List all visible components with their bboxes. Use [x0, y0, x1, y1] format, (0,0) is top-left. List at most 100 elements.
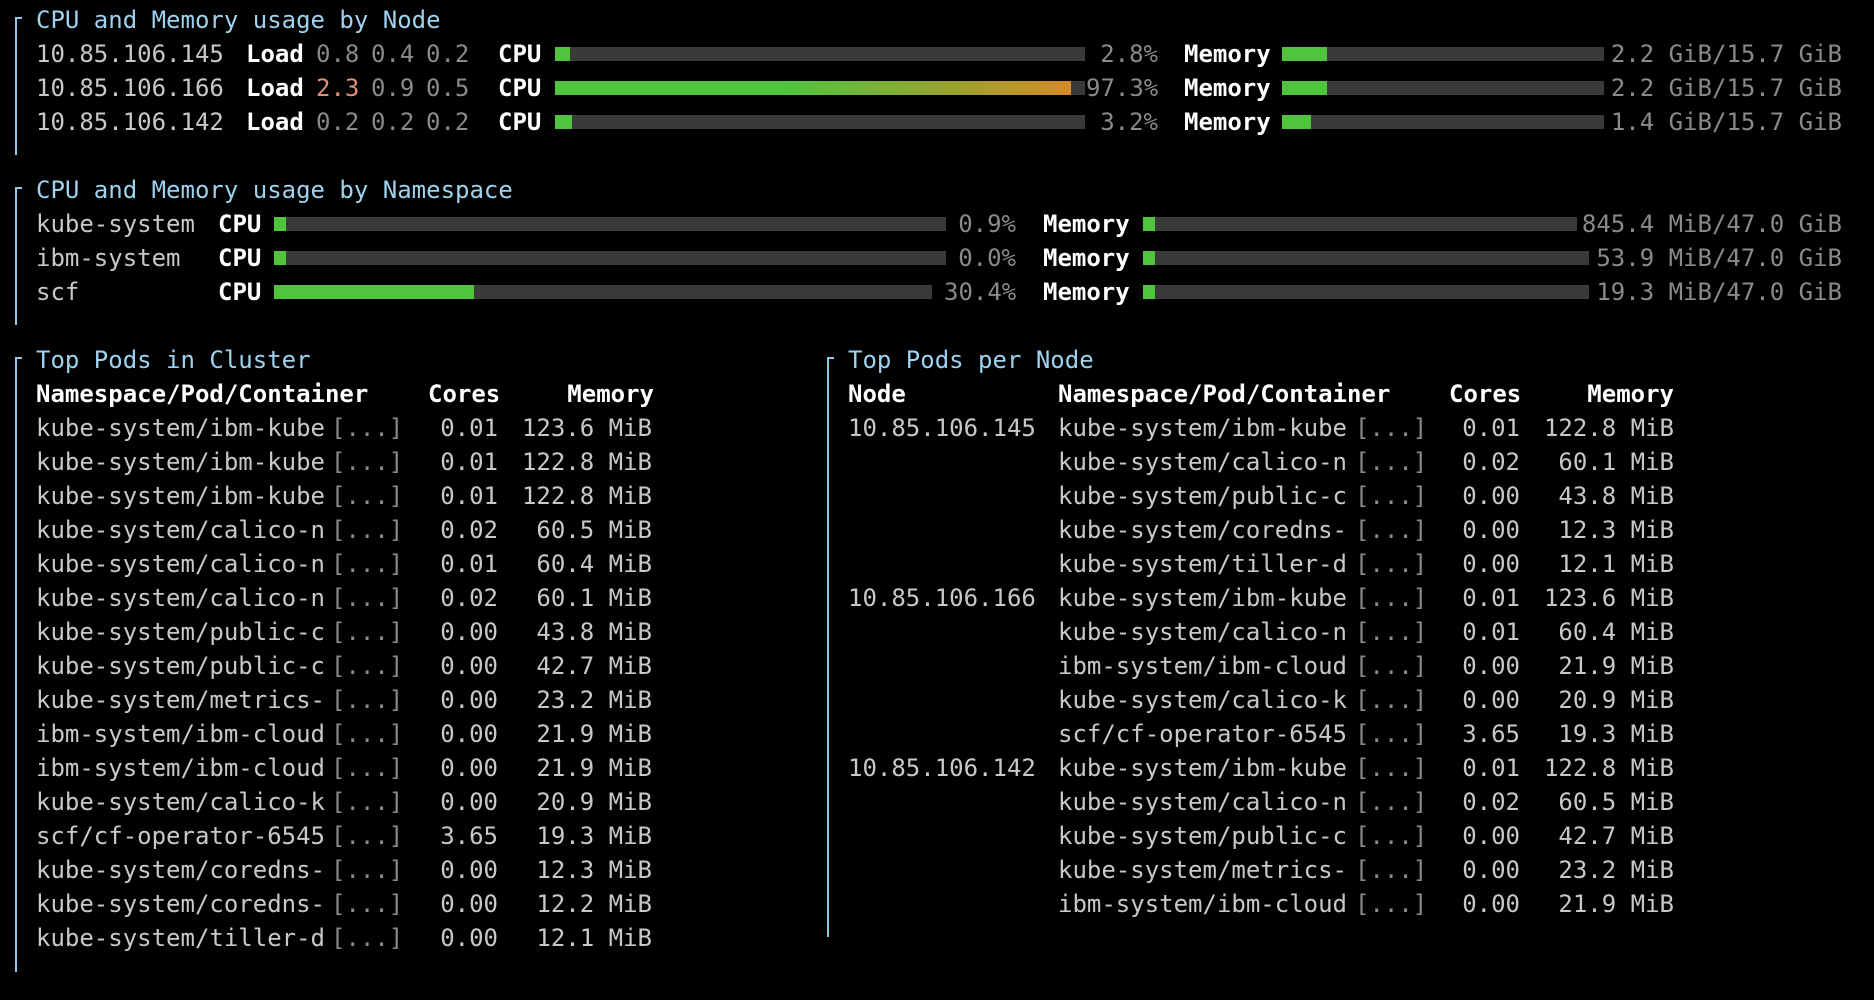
cpu-bar-fill [555, 47, 570, 61]
truncation-marker: [...] [331, 924, 404, 952]
memory-bar-fill [1143, 285, 1155, 299]
cores-value: 0.00 [1462, 890, 1520, 918]
node-ip: 10.85.106.145 [848, 414, 1036, 442]
namespace-name: ibm-system [36, 244, 181, 272]
memory-value: 60.5 MiB [1558, 788, 1674, 816]
truncation-marker: [...] [331, 516, 404, 544]
truncation-marker: [...] [1355, 788, 1428, 816]
load-label: Load [246, 74, 304, 102]
memory-value: 53.9 MiB/47.0 GiB [1596, 244, 1842, 272]
memory-bar [1143, 251, 1589, 265]
cores-value: 0.01 [1462, 754, 1520, 782]
memory-value: 19.3 MiB [1558, 720, 1674, 748]
cores-value: 0.00 [440, 686, 498, 714]
cores-value: 0.00 [440, 652, 498, 680]
cores-value: 0.01 [1462, 618, 1520, 646]
truncation-marker: [...] [331, 584, 404, 612]
section-title: Top Pods in Cluster [36, 346, 311, 374]
pod-name: kube-system/calico-n [36, 516, 325, 544]
memory-value: 60.4 MiB [1558, 618, 1674, 646]
cores-value: 0.00 [1462, 516, 1520, 544]
memory-value: 43.8 MiB [536, 618, 652, 646]
pod-name: kube-system/calico-n [1058, 448, 1347, 476]
pod-name: kube-system/coredns- [1058, 516, 1347, 544]
memory-label: Memory [1043, 210, 1130, 238]
pod-name: kube-system/calico-k [36, 788, 325, 816]
truncation-marker: [...] [1355, 584, 1428, 612]
cpu-bar [555, 81, 1085, 95]
memory-value: 20.9 MiB [1558, 686, 1674, 714]
memory-value: 20.9 MiB [536, 788, 652, 816]
memory-bar-fill [1143, 217, 1155, 231]
truncation-marker: [...] [331, 448, 404, 476]
truncation-marker: [...] [331, 754, 404, 782]
truncation-marker: [...] [331, 856, 404, 884]
pod-name: kube-system/calico-n [36, 584, 325, 612]
truncation-marker: [...] [1355, 414, 1428, 442]
column-header-cores: Cores [1449, 380, 1522, 408]
memory-value: 19.3 MiB [536, 822, 652, 850]
load-value: 0.8 [316, 40, 360, 68]
pod-name: ibm-system/ibm-cloud [1058, 652, 1347, 680]
truncation-marker: [...] [331, 550, 404, 578]
cpu-percent: 2.8% [1100, 40, 1158, 68]
cores-value: 0.00 [440, 788, 498, 816]
truncation-marker: [...] [331, 652, 404, 680]
truncation-marker: [...] [1355, 720, 1428, 748]
section-bracket-line [827, 357, 829, 937]
memory-value: 60.4 MiB [536, 550, 652, 578]
cpu-bar-fill [555, 115, 572, 129]
truncation-marker: [...] [331, 822, 404, 850]
node-ip: 10.85.106.166 [36, 74, 224, 102]
cpu-bar [555, 115, 1085, 129]
pod-name: kube-system/metrics- [1058, 856, 1347, 884]
cpu-label: CPU [498, 40, 542, 68]
cpu-label: CPU [218, 278, 262, 306]
pod-name: scf/cf-operator-6545 [1058, 720, 1347, 748]
namespace-name: scf [36, 278, 80, 306]
cpu-percent: 0.9% [958, 210, 1016, 238]
cores-value: 0.00 [440, 754, 498, 782]
cores-value: 0.00 [440, 720, 498, 748]
memory-value: 19.3 MiB/47.0 GiB [1596, 278, 1842, 306]
load-value: 0.2 [316, 108, 360, 136]
cores-value: 0.02 [1462, 788, 1520, 816]
pod-name: scf/cf-operator-6545 [36, 822, 325, 850]
cpu-bar [274, 251, 946, 265]
pod-name: kube-system/public-c [1058, 482, 1347, 510]
memory-value: 42.7 MiB [536, 652, 652, 680]
memory-value: 43.8 MiB [1558, 482, 1674, 510]
memory-value: 60.1 MiB [536, 584, 652, 612]
memory-value: 12.3 MiB [1558, 516, 1674, 544]
cores-value: 0.01 [440, 550, 498, 578]
cores-value: 0.01 [1462, 584, 1520, 612]
memory-value: 12.1 MiB [1558, 550, 1674, 578]
cpu-label: CPU [218, 210, 262, 238]
memory-value: 2.2 GiB/15.7 GiB [1610, 40, 1842, 68]
memory-value: 21.9 MiB [1558, 652, 1674, 680]
memory-value: 123.6 MiB [1543, 584, 1674, 612]
cores-value: 0.01 [440, 414, 498, 442]
cores-value: 0.01 [440, 448, 498, 476]
cores-value: 0.02 [440, 516, 498, 544]
memory-bar [1282, 47, 1604, 61]
memory-value: 12.2 MiB [536, 890, 652, 918]
truncation-marker: [...] [331, 618, 404, 646]
load-value: 0.5 [426, 74, 470, 102]
memory-label: Memory [1184, 108, 1271, 136]
pod-name: kube-system/ibm-kube [36, 448, 325, 476]
memory-value: 122.8 MiB [1543, 414, 1674, 442]
cpu-percent: 97.3% [1086, 74, 1159, 102]
pod-name: kube-system/calico-k [1058, 686, 1347, 714]
cores-value: 0.00 [1462, 550, 1520, 578]
pod-name: kube-system/calico-n [1058, 788, 1347, 816]
section-title: CPU and Memory usage by Node [36, 6, 441, 34]
pod-name: kube-system/metrics- [36, 686, 325, 714]
memory-value: 60.5 MiB [536, 516, 652, 544]
memory-value: 21.9 MiB [536, 754, 652, 782]
node-ip: 10.85.106.145 [36, 40, 224, 68]
pod-name: kube-system/coredns- [36, 890, 325, 918]
section-bracket-line [15, 187, 17, 325]
truncation-marker: [...] [331, 482, 404, 510]
cores-value: 0.02 [1462, 448, 1520, 476]
